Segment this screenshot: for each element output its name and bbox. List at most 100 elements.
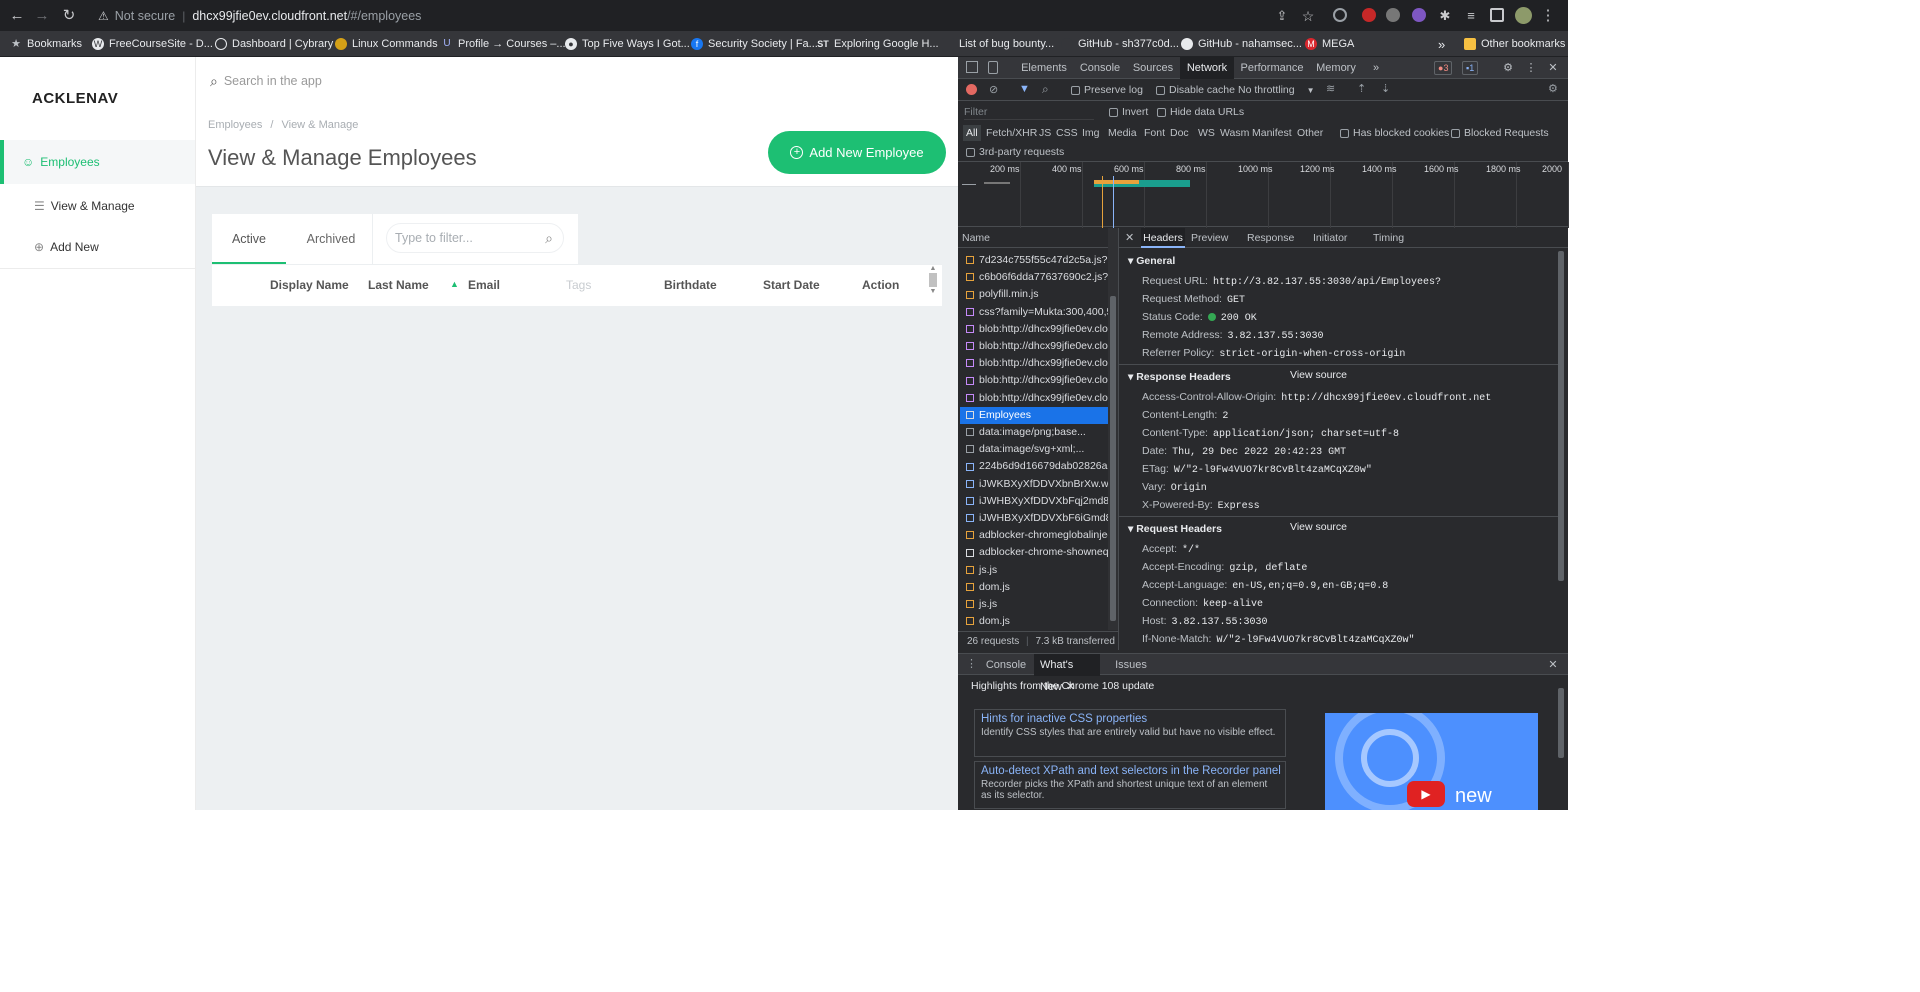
request-row[interactable]: data:image/svg+xml;...: [960, 441, 1108, 458]
ublock-icon[interactable]: [1362, 8, 1376, 22]
request-row[interactable]: dom.js: [960, 579, 1108, 596]
drawer-tab-console[interactable]: Console: [982, 654, 1030, 676]
column-header[interactable]: Action: [862, 278, 899, 292]
chevron-double-right-icon[interactable]: »: [1438, 35, 1445, 53]
throttling-select[interactable]: No throttling ▼: [1238, 82, 1315, 98]
blocked-requests-checkbox[interactable]: Blocked Requests: [1451, 125, 1549, 141]
type-filter-fetchxhr[interactable]: Fetch/XHR: [986, 125, 1037, 141]
request-row[interactable]: iJWHBXyXfDDVXbFqj2md8W...: [960, 493, 1108, 510]
bookmark-item[interactable]: List of bug bounty...: [942, 35, 1054, 53]
forward-icon[interactable]: →: [32, 6, 52, 26]
record-icon[interactable]: [966, 84, 977, 95]
address-bar[interactable]: ⚠ Not secure | dhcx99jfie0ev.cloudfront.…: [88, 3, 1328, 28]
request-row[interactable]: polyfill.min.js: [960, 286, 1108, 303]
type-filter-js[interactable]: JS: [1039, 125, 1051, 141]
request-list-scrollbar[interactable]: [1108, 228, 1118, 630]
reload-icon[interactable]: ↻: [59, 6, 79, 26]
clear-icon[interactable]: ⊘: [989, 83, 998, 96]
network-conditions-icon[interactable]: ≋: [1326, 82, 1335, 95]
table-scrollbar[interactable]: ▲ ▼: [928, 265, 938, 307]
puzzle-icon[interactable]: ✱: [1435, 6, 1455, 26]
request-row[interactable]: js.js: [960, 596, 1108, 613]
search-icon[interactable]: ⌕: [1042, 82, 1049, 97]
tab-performance[interactable]: Performance: [1238, 57, 1306, 79]
tab-response[interactable]: Response: [1247, 228, 1294, 248]
more-vert-icon[interactable]: ⋮: [966, 657, 977, 670]
extension-icon[interactable]: [1333, 8, 1347, 22]
type-filter-img[interactable]: Img: [1082, 125, 1100, 141]
bookmark-item[interactable]: U Profile → Courses –...: [441, 35, 565, 53]
tab-memory[interactable]: Memory: [1308, 57, 1364, 79]
close-icon[interactable]: ✕: [1125, 231, 1134, 244]
message-counter[interactable]: ▪ 1: [1462, 61, 1479, 75]
column-header[interactable]: Last Name: [368, 278, 429, 292]
drawer-scrollbar[interactable]: [1558, 678, 1566, 810]
hide-data-urls-checkbox[interactable]: Hide data URLs: [1157, 104, 1244, 120]
type-filter-all[interactable]: All: [963, 125, 981, 141]
request-row[interactable]: 7d234c755f55c47d2c5a.js?83...: [960, 252, 1108, 269]
request-row[interactable]: blob:http://dhcx99jfie0ev.clou...: [960, 355, 1108, 372]
tab-timing[interactable]: Timing: [1373, 228, 1404, 248]
bookmark-item[interactable]: f Security Society | Fa...: [691, 35, 818, 53]
request-row[interactable]: blob:http://dhcx99jfie0ev.clou...: [960, 372, 1108, 389]
name-column-header[interactable]: Name ▲: [958, 228, 1118, 248]
type-filter-manifest[interactable]: Manifest: [1252, 125, 1292, 141]
bookmark-item[interactable]: Dashboard | Cybrary: [215, 35, 333, 53]
bookmark-item[interactable]: ★ Bookmarks: [10, 35, 82, 53]
tab-network[interactable]: Network: [1180, 57, 1234, 79]
sidebar-item-view-manage[interactable]: ☰ View & Manage: [0, 184, 195, 228]
request-headers-section[interactable]: ▾ Request Headers: [1128, 519, 1222, 539]
invert-checkbox[interactable]: Invert: [1109, 104, 1148, 120]
bookmark-item[interactable]: W FreeCourseSite - D...: [92, 35, 213, 53]
request-row[interactable]: 224b6d9d16679dab02826a2a...: [960, 458, 1108, 475]
request-row[interactable]: dom.js: [960, 613, 1108, 630]
column-header[interactable]: Email: [468, 278, 500, 292]
request-row[interactable]: adblocker-chromeglobalinjec...: [960, 527, 1108, 544]
device-toolbar-icon[interactable]: [988, 61, 998, 74]
type-filter-ws[interactable]: WS: [1198, 125, 1215, 141]
more-vert-icon[interactable]: ⋮: [1524, 57, 1538, 79]
bookmark-item[interactable]: GitHub - nahamsec...: [1181, 35, 1302, 53]
bookmark-item[interactable]: ● Top Five Ways I Got...: [565, 35, 690, 53]
avatar[interactable]: [1515, 7, 1532, 24]
type-filter-media[interactable]: Media: [1108, 125, 1137, 141]
sidepanel-icon[interactable]: [1490, 8, 1504, 22]
media-icon[interactable]: ≡: [1461, 6, 1481, 26]
request-row[interactable]: adblocker-chrome-showneqJ...: [960, 544, 1108, 561]
response-headers-section[interactable]: ▾ Response Headers: [1128, 367, 1231, 387]
share-icon[interactable]: ⇪: [1272, 6, 1292, 26]
sidebar-item-employees[interactable]: ☺ Employees: [0, 140, 195, 184]
detail-scrollbar[interactable]: [1558, 249, 1566, 649]
preserve-log-checkbox[interactable]: Preserve log: [1071, 82, 1143, 98]
drawer-tab-whats-new[interactable]: What's New ✕: [1034, 654, 1100, 693]
request-row[interactable]: blob:http://dhcx99jfie0ev.clou...: [960, 390, 1108, 407]
export-har-icon[interactable]: ⇣: [1381, 82, 1390, 95]
request-row[interactable]: iJWKBXyXfDDVXbnBrXw.woff...: [960, 476, 1108, 493]
request-row[interactable]: js.js: [960, 562, 1108, 579]
video-thumbnail[interactable]: ▶ new: [1325, 713, 1538, 810]
type-filter-font[interactable]: Font: [1144, 125, 1165, 141]
tab-sources[interactable]: Sources: [1128, 57, 1178, 79]
general-section[interactable]: ▾ General: [1128, 251, 1175, 271]
type-filter-wasm[interactable]: Wasm: [1220, 125, 1249, 141]
close-icon[interactable]: ✕: [1546, 654, 1560, 676]
star-icon[interactable]: ☆: [1298, 6, 1318, 26]
type-filter-css[interactable]: CSS: [1056, 125, 1078, 141]
type-filter-doc[interactable]: Doc: [1170, 125, 1189, 141]
search-input[interactable]: Search in the app: [224, 74, 322, 88]
tab-console[interactable]: Console: [1074, 57, 1126, 79]
tab-elements[interactable]: Elements: [1016, 57, 1072, 79]
app-search[interactable]: ⌕ Search in the app: [210, 71, 740, 91]
request-row[interactable]: blob:http://dhcx99jfie0ev.clou...: [960, 338, 1108, 355]
network-filter-input[interactable]: Filter: [964, 104, 1094, 120]
youtube-play-icon[interactable]: ▶: [1407, 781, 1445, 807]
other-bookmarks[interactable]: Other bookmarks: [1464, 35, 1565, 53]
view-source-link[interactable]: View source: [1290, 369, 1347, 381]
bookmark-item[interactable]: M MEGA: [1305, 35, 1354, 53]
request-row[interactable]: Employees: [960, 406, 1108, 424]
type-filter-other[interactable]: Other: [1297, 125, 1323, 141]
sort-asc-icon[interactable]: ▲: [450, 279, 459, 289]
bookmark-item[interactable]: Linux Commands: [335, 35, 438, 53]
whats-new-card[interactable]: Auto-detect XPath and text selectors in …: [974, 761, 1286, 809]
close-icon[interactable]: ✕: [1546, 57, 1560, 79]
